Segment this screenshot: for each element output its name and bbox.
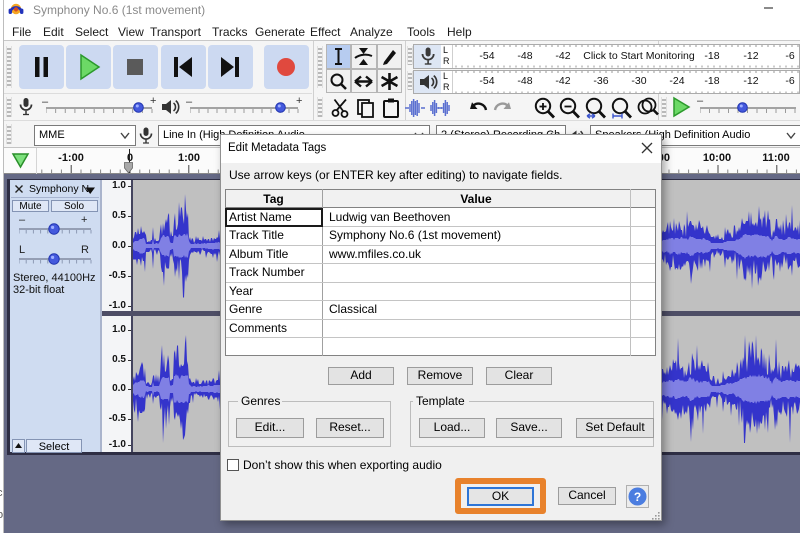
svg-text:?: ? [634, 490, 641, 504]
